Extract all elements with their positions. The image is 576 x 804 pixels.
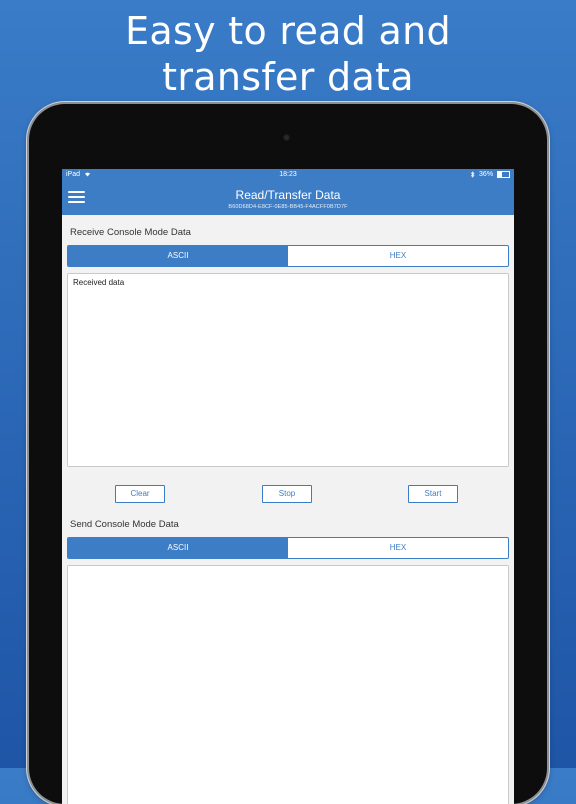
marketing-headline: Easy to read and transfer data bbox=[0, 8, 576, 100]
clear-button[interactable]: Clear bbox=[115, 485, 165, 503]
battery-percent: 36% bbox=[479, 171, 494, 178]
send-tab-hex[interactable]: HEX bbox=[288, 538, 508, 558]
headline-line-2: transfer data bbox=[162, 55, 414, 99]
page-title: Read/Transfer Data bbox=[235, 188, 341, 202]
stop-button[interactable]: Stop bbox=[262, 485, 312, 503]
camera-icon bbox=[283, 134, 290, 141]
received-data-textarea[interactable]: Received data bbox=[67, 273, 509, 467]
app-screen: iPad 18:23 36% Read/Transfer Data B60D68… bbox=[62, 169, 514, 804]
bluetooth-icon bbox=[470, 170, 479, 178]
send-section-title: Send Console Mode Data bbox=[70, 519, 179, 530]
receive-format-segmented-control: ASCII HEX bbox=[67, 245, 509, 267]
send-data-textarea[interactable] bbox=[67, 565, 509, 804]
receive-section-title: Receive Console Mode Data bbox=[70, 227, 191, 238]
status-bar: iPad 18:23 36% bbox=[62, 169, 514, 180]
receive-button-row: Clear Stop Start bbox=[67, 475, 509, 515]
headline-line-1: Easy to read and bbox=[125, 9, 451, 53]
content-area: Receive Console Mode Data ASCII HEX Rece… bbox=[62, 227, 514, 804]
device-uuid: B60D68D4-E8CF-0E85-BB45-F4ACFF0B7D7F bbox=[228, 204, 348, 210]
receive-tab-hex[interactable]: HEX bbox=[288, 246, 508, 266]
status-time: 18:23 bbox=[279, 171, 297, 178]
send-format-segmented-control: ASCII HEX bbox=[67, 537, 509, 559]
battery-icon bbox=[497, 170, 510, 178]
send-tab-ascii[interactable]: ASCII bbox=[68, 538, 288, 558]
ipad-frame: iPad 18:23 36% Read/Transfer Data B60D68… bbox=[29, 104, 547, 804]
receive-tab-ascii[interactable]: ASCII bbox=[68, 246, 288, 266]
received-data-placeholder: Received data bbox=[73, 278, 125, 287]
start-button[interactable]: Start bbox=[408, 485, 458, 503]
app-header: iPad 18:23 36% Read/Transfer Data B60D68… bbox=[62, 169, 514, 215]
